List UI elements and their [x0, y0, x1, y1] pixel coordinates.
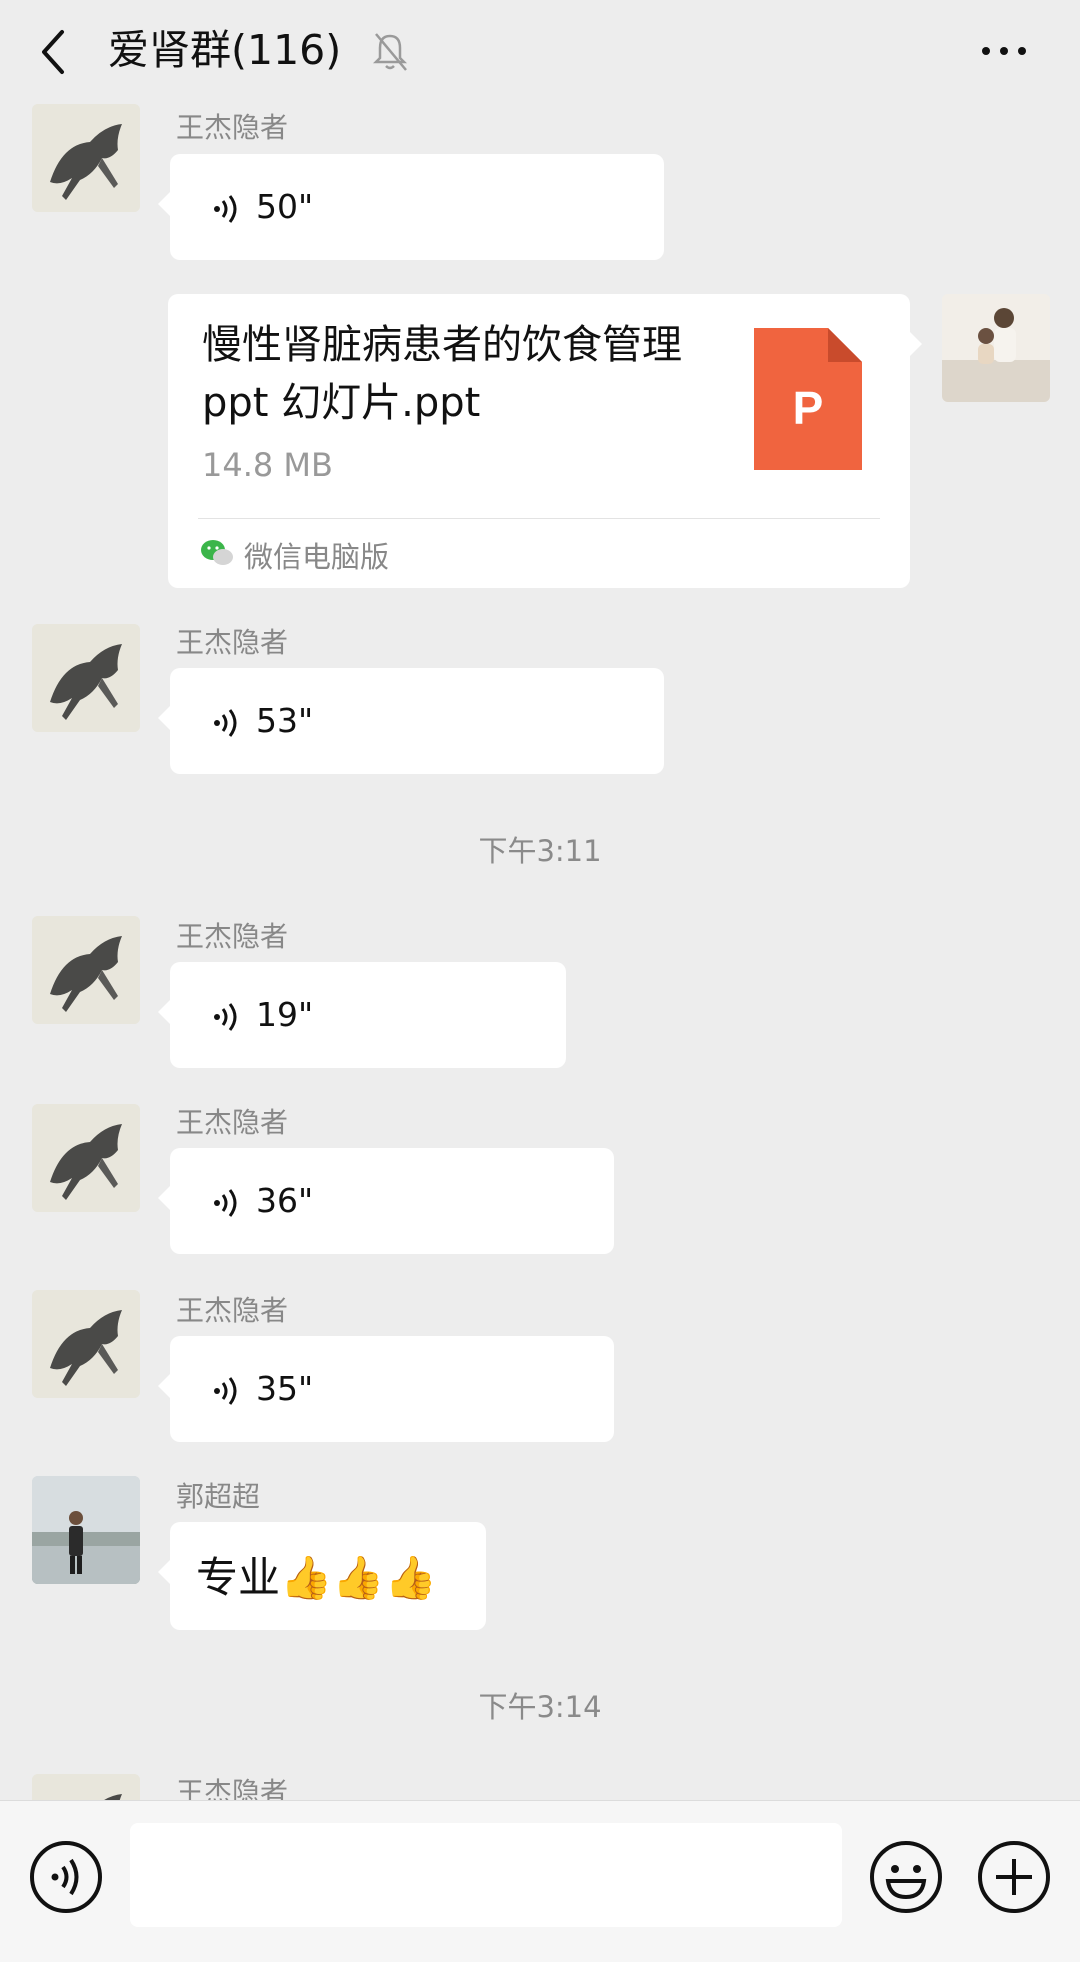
sender-name: 王杰隐者 [176, 1294, 289, 1327]
voice-icon[interactable] [28, 1839, 104, 1915]
timestamp: 下午3:14 [478, 1690, 602, 1724]
voice-wave-icon [214, 195, 237, 223]
emoji-icon[interactable] [868, 1839, 944, 1915]
voice-duration: 19" [256, 995, 314, 1034]
voice-message-bubble[interactable]: 53" [158, 668, 664, 774]
voice-message-bubble[interactable]: 35" [158, 1336, 614, 1442]
wechat-icon [201, 540, 233, 565]
sender-name: 王杰隐者 [176, 920, 289, 953]
file-source-label: 微信电脑版 [244, 540, 390, 574]
voice-duration: 53" [256, 701, 314, 740]
divider [198, 518, 880, 519]
bell-off-icon [372, 33, 408, 71]
voice-wave-icon [214, 1377, 237, 1405]
voice-message-bubble[interactable]: 19" [158, 962, 566, 1068]
ellipsis-icon[interactable] [978, 34, 1030, 68]
sender-name: 郭超超 [176, 1480, 261, 1513]
timestamp: 下午3:11 [478, 834, 602, 868]
message-text: 专业👍👍👍 [196, 1553, 437, 1602]
voice-duration: 36" [256, 1181, 314, 1220]
voice-duration: 35" [256, 1369, 314, 1408]
avatar-person[interactable] [32, 1476, 140, 1584]
voice-wave-icon [214, 1189, 237, 1217]
text-message-bubble[interactable]: 专业👍👍👍 [158, 1522, 486, 1630]
chevron-left-icon[interactable] [30, 24, 80, 80]
chat-title: 爱肾群(116) [108, 26, 342, 74]
avatar-horse[interactable] [32, 1290, 140, 1398]
file-name: 慢性肾脏病患者的饮食管理 ppt 幻灯片.ppt [202, 322, 682, 426]
chat-history[interactable]: 王杰隐者 50" 慢性肾脏病患者的饮食管理 ppt 幻灯片.ppt 14.8 M… [0, 0, 1080, 1800]
voice-message-bubble[interactable]: 50" [158, 154, 664, 260]
avatar-horse[interactable] [32, 1104, 140, 1212]
file-message-card[interactable]: 慢性肾脏病患者的饮食管理 ppt 幻灯片.ppt 14.8 MB P 微信电脑版 [168, 294, 922, 588]
chat-header: 爱肾群(116) [0, 0, 1080, 104]
ppt-file-icon: P [754, 328, 862, 470]
avatar-horse[interactable] [32, 104, 140, 212]
avatar-self[interactable] [942, 294, 1050, 402]
avatar-horse[interactable] [32, 624, 140, 732]
voice-wave-icon [214, 709, 237, 737]
voice-message-bubble[interactable]: 36" [158, 1148, 614, 1254]
sender-name: 王杰隐者 [176, 626, 289, 659]
message-input[interactable] [130, 1823, 842, 1927]
avatar-horse[interactable] [32, 916, 140, 1024]
avatar-horse[interactable] [32, 1774, 140, 1800]
plus-icon[interactable] [976, 1839, 1052, 1915]
sender-name: 王杰隐者 [176, 1776, 289, 1800]
sender-name: 王杰隐者 [176, 1106, 289, 1139]
sender-name: 王杰隐者 [176, 111, 289, 144]
ppt-file-letter: P [793, 382, 824, 434]
voice-wave-icon [214, 1003, 237, 1031]
file-size: 14.8 MB [202, 446, 333, 484]
input-bar [0, 1800, 1080, 1962]
voice-duration: 50" [256, 187, 314, 226]
